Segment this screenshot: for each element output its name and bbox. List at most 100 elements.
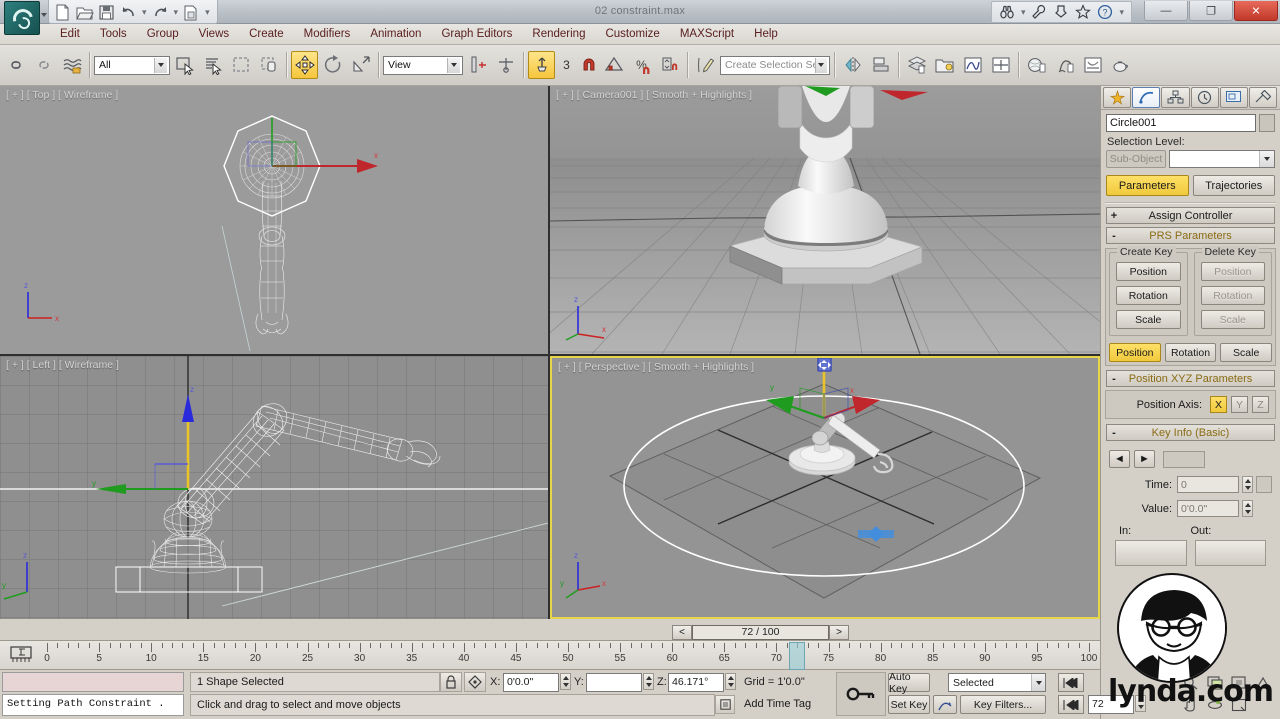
menu-item-help[interactable]: Help bbox=[744, 26, 788, 42]
orbit-button[interactable] bbox=[1204, 695, 1226, 715]
redo-caret-icon[interactable]: ▾ bbox=[173, 7, 180, 18]
search-binoculars-icon[interactable] bbox=[999, 4, 1015, 20]
object-name-input[interactable] bbox=[1106, 114, 1256, 132]
select-and-rotate-button[interactable] bbox=[319, 51, 346, 79]
viewport-left-label[interactable]: [ + ] [ Left ] [ Wireframe ] bbox=[6, 359, 119, 371]
current-frame-field[interactable]: 72 bbox=[1088, 695, 1134, 714]
prs-rotation-button[interactable]: Rotation bbox=[1165, 343, 1217, 362]
menu-item-modifiers[interactable]: Modifiers bbox=[294, 26, 361, 42]
track-bar-icon[interactable] bbox=[10, 646, 32, 666]
lock-selection-icon[interactable] bbox=[440, 672, 462, 692]
create-key-position-button[interactable]: Position bbox=[1116, 262, 1181, 281]
reference-coordinate-system-combo[interactable]: View bbox=[383, 56, 463, 75]
project-folder-icon[interactable] bbox=[182, 3, 201, 22]
minimize-button[interactable]: — bbox=[1144, 1, 1188, 21]
object-color-swatch[interactable] bbox=[1259, 114, 1275, 132]
zoom-extents-button[interactable] bbox=[1228, 673, 1250, 693]
prs-scale-button[interactable]: Scale bbox=[1220, 343, 1272, 362]
time-slider[interactable] bbox=[789, 642, 805, 670]
snaps-toggle-button[interactable] bbox=[528, 51, 555, 79]
viewport-camera-label[interactable]: [ + ] [ Camera001 ] [ Smooth + Highlight… bbox=[556, 89, 752, 101]
snaps-magnet-icon[interactable] bbox=[578, 51, 599, 79]
previous-key-button[interactable]: ◄ bbox=[1109, 450, 1130, 468]
save-file-icon[interactable] bbox=[97, 3, 116, 22]
maximize-viewport-toggle-button[interactable] bbox=[1228, 695, 1250, 715]
time-tag-icon[interactable] bbox=[715, 695, 735, 714]
unlink-selection-button[interactable] bbox=[30, 51, 57, 79]
next-frame-nav-button[interactable]: > bbox=[829, 625, 849, 640]
coord-z-spinner[interactable] bbox=[725, 673, 736, 690]
next-key-button[interactable]: ► bbox=[1134, 450, 1155, 468]
wrench-icon[interactable] bbox=[1031, 4, 1047, 20]
key-info-basic-rollout[interactable]: - Key Info (Basic) bbox=[1106, 424, 1275, 441]
position-axis-x-button[interactable]: X bbox=[1210, 396, 1227, 413]
select-object-button[interactable] bbox=[171, 51, 198, 79]
coord-z-field[interactable]: 46.171° bbox=[668, 673, 724, 692]
selection-filter-combo[interactable]: All bbox=[94, 56, 170, 75]
key-info-expand-icon[interactable]: - bbox=[1107, 427, 1121, 439]
utilities-tab[interactable] bbox=[1249, 87, 1277, 108]
display-tab[interactable] bbox=[1220, 87, 1248, 108]
undo-caret-icon[interactable]: ▾ bbox=[141, 7, 148, 18]
key-time-spinner[interactable] bbox=[1242, 476, 1253, 493]
render-production-button[interactable] bbox=[1107, 51, 1134, 79]
coord-x-field[interactable]: 0'0.0" bbox=[503, 673, 559, 692]
create-key-scale-button[interactable]: Scale bbox=[1116, 310, 1181, 329]
menu-item-customize[interactable]: Customize bbox=[595, 26, 669, 42]
redo-icon[interactable] bbox=[151, 3, 170, 22]
key-out-tangent-button[interactable] bbox=[1195, 540, 1267, 566]
menu-item-create[interactable]: Create bbox=[239, 26, 294, 42]
assign-controller-rollout[interactable]: + Assign Controller bbox=[1106, 207, 1275, 224]
window-crossing-toggle-button[interactable] bbox=[255, 51, 282, 79]
set-key-filter-curve-icon[interactable] bbox=[933, 695, 957, 714]
help-question-icon[interactable]: ? bbox=[1097, 4, 1113, 20]
menu-item-maxscript[interactable]: MAXScript bbox=[670, 26, 744, 42]
bind-to-space-warp-button[interactable] bbox=[58, 51, 85, 79]
favorites-star-icon[interactable] bbox=[1075, 4, 1091, 20]
coord-y-field[interactable] bbox=[586, 673, 642, 692]
key-time-lock-button[interactable] bbox=[1256, 476, 1272, 493]
position-axis-z-button[interactable]: Z bbox=[1252, 396, 1269, 413]
menu-item-group[interactable]: Group bbox=[137, 26, 189, 42]
menu-item-edit[interactable]: Edit bbox=[50, 26, 90, 42]
undo-icon[interactable] bbox=[119, 3, 138, 22]
viewport-perspective-label[interactable]: [ + ] [ Perspective ] [ Smooth + Highlig… bbox=[558, 361, 754, 373]
viewport-top[interactable]: [ + ] [ Top ] [ Wireframe ] bbox=[0, 86, 548, 354]
percent-snap-toggle-button[interactable]: % bbox=[628, 51, 655, 79]
selection-filter-caret-icon[interactable] bbox=[154, 58, 167, 73]
select-and-manipulate-button[interactable] bbox=[492, 51, 519, 79]
named-selection-set-caret-icon[interactable] bbox=[815, 58, 828, 73]
angle-snap-toggle-button[interactable] bbox=[600, 51, 627, 79]
timeline-ruler[interactable]: 0510152025303540455055606570758085909510… bbox=[40, 641, 1096, 669]
create-tab[interactable] bbox=[1103, 87, 1131, 108]
key-value-field[interactable]: 0'0.0" bbox=[1177, 500, 1239, 517]
viewport-left[interactable]: [ + ] [ Left ] [ Wireframe ] bbox=[0, 356, 548, 619]
named-selection-set-combo[interactable]: Create Selection Se bbox=[720, 56, 830, 75]
position-xyz-parameters-rollout[interactable]: - Position XYZ Parameters bbox=[1106, 370, 1275, 387]
prs-parameters-rollout[interactable]: - PRS Parameters bbox=[1106, 227, 1275, 244]
pan-view-button[interactable] bbox=[1180, 695, 1202, 715]
menu-item-graph-editors[interactable]: Graph Editors bbox=[431, 26, 522, 42]
key-filters-button[interactable]: Key Filters... bbox=[960, 695, 1046, 714]
coord-x-spinner[interactable] bbox=[560, 673, 571, 690]
maxscript-mini-listener-input[interactable] bbox=[2, 672, 184, 692]
mirror-button[interactable] bbox=[839, 51, 866, 79]
key-value-spinner[interactable] bbox=[1242, 500, 1253, 517]
open-file-icon[interactable] bbox=[75, 3, 94, 22]
new-file-icon[interactable] bbox=[53, 3, 72, 22]
previous-frame-nav-button[interactable]: < bbox=[672, 625, 692, 640]
key-set-combo[interactable]: Selected bbox=[948, 673, 1046, 692]
app-menu-caret-icon[interactable] bbox=[41, 13, 47, 17]
rectangular-selection-region-button[interactable] bbox=[227, 51, 254, 79]
sub-object-caret-icon[interactable] bbox=[1259, 151, 1274, 167]
modify-tab[interactable] bbox=[1132, 87, 1160, 108]
close-button[interactable]: ✕ bbox=[1234, 1, 1278, 21]
position-xyz-expand-icon[interactable]: - bbox=[1107, 373, 1121, 385]
sub-object-combo[interactable] bbox=[1169, 150, 1275, 168]
rendered-frame-window-button[interactable] bbox=[1079, 51, 1106, 79]
menu-item-animation[interactable]: Animation bbox=[360, 26, 431, 42]
keyboard-shortcut-icon[interactable] bbox=[1053, 4, 1069, 20]
absolute-relative-transform-icon[interactable] bbox=[464, 672, 486, 692]
menu-item-views[interactable]: Views bbox=[189, 26, 239, 42]
viewport-top-label[interactable]: [ + ] [ Top ] [ Wireframe ] bbox=[6, 89, 118, 101]
